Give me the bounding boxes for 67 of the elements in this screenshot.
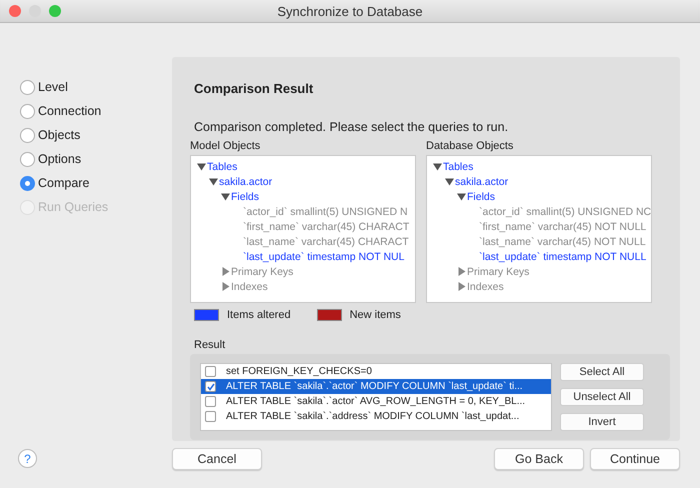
list-button[interactable]: Select All xyxy=(560,363,644,381)
tree-item[interactable]: Primary Keys xyxy=(467,266,530,278)
checkbox[interactable] xyxy=(205,381,216,392)
expanded-triangle-icon[interactable] xyxy=(433,162,442,171)
query-text: ALTER TABLE `sakila`.`actor` MODIFY COLUMN `last_update` ti... xyxy=(226,381,523,392)
step-label: Connection xyxy=(38,104,102,118)
footer-button[interactable]: Go Back xyxy=(494,448,584,470)
help-button[interactable]: ? xyxy=(18,449,37,468)
radio-button[interactable] xyxy=(20,128,35,142)
tree-item[interactable]: `last_name` varchar(45) NOT NULL xyxy=(479,236,646,248)
collapsed-triangle-icon[interactable] xyxy=(221,267,230,276)
window-title: Synchronize to Database xyxy=(277,4,423,18)
step-label: Level xyxy=(38,80,68,94)
tree-item[interactable]: `last_update` timestamp NOT NUL xyxy=(243,250,404,262)
query-row[interactable]: ALTER TABLE `sakila`.`actor` MODIFY COLUMN `last_update` ti... xyxy=(201,379,551,394)
footer-button[interactable]: Cancel xyxy=(172,448,262,470)
result-label: Result xyxy=(194,339,226,351)
checkbox[interactable] xyxy=(205,411,216,422)
tree-item[interactable]: Fields xyxy=(231,190,260,202)
tree-item[interactable]: Indexes xyxy=(467,280,504,292)
collapsed-triangle-icon[interactable] xyxy=(457,282,466,291)
expanded-triangle-icon[interactable] xyxy=(197,162,206,171)
collapsed-triangle-icon[interactable] xyxy=(457,267,466,276)
expanded-triangle-icon[interactable] xyxy=(221,192,230,201)
expanded-triangle-icon[interactable] xyxy=(209,177,218,186)
list-button[interactable]: Unselect All xyxy=(560,388,644,406)
checkbox[interactable] xyxy=(205,396,216,407)
query-text: ALTER TABLE `sakila`.`address` MODIFY COLUMN `last_updat... xyxy=(226,411,520,422)
legend-label: Items altered xyxy=(227,309,291,321)
query-text: ALTER TABLE `sakila`.`actor` AVG_ROW_LENGTH = 0, KEY_BL... xyxy=(226,396,526,407)
query-row[interactable]: ALTER TABLE `sakila`.`actor` AVG_ROW_LENGTH = 0, KEY_BL... xyxy=(201,394,551,409)
tree-item[interactable]: Tables xyxy=(443,160,474,172)
expanded-triangle-icon[interactable] xyxy=(457,192,466,201)
step-label: Objects xyxy=(38,128,80,142)
tree-item[interactable]: Fields xyxy=(467,190,496,202)
status-message: Comparison completed. Please select the queries to run. xyxy=(194,120,510,134)
tree-item[interactable]: Tables xyxy=(207,160,238,172)
radio-button[interactable] xyxy=(20,176,35,190)
tree-item[interactable]: `last_name` varchar(45) CHARACT xyxy=(243,236,409,248)
tree-item[interactable]: Indexes xyxy=(231,280,268,292)
step-label: Options xyxy=(38,152,82,166)
query-text: set FOREIGN_KEY_CHECKS=0 xyxy=(226,366,372,377)
tree-item[interactable]: `actor_id` smallint(5) UNSIGNED N xyxy=(243,206,408,218)
zoom-icon[interactable] xyxy=(49,5,61,17)
collapsed-triangle-icon[interactable] xyxy=(221,282,230,291)
tree-item[interactable]: `first_name` varchar(45) NOT NULL xyxy=(479,220,646,232)
checkbox[interactable] xyxy=(205,366,216,377)
section-heading: Comparison Result xyxy=(194,81,314,96)
query-row[interactable]: ALTER TABLE `sakila`.`address` MODIFY COLUMN `last_updat... xyxy=(201,409,551,424)
tree-item[interactable]: `last_update` timestamp NOT NULL xyxy=(479,250,646,262)
step-label: Compare xyxy=(38,176,90,190)
tree-item[interactable]: sakila.actor xyxy=(455,176,508,188)
tree-title: Model Objects xyxy=(190,140,262,152)
tree-item[interactable]: sakila.actor xyxy=(219,176,272,188)
query-row[interactable]: set FOREIGN_KEY_CHECKS=0 xyxy=(201,364,551,379)
legend-label: New items xyxy=(350,309,401,321)
tree-item[interactable]: `actor_id` smallint(5) UNSIGNED NC xyxy=(479,206,651,218)
list-button[interactable]: Invert xyxy=(560,413,644,431)
footer-button[interactable]: Continue xyxy=(590,448,680,470)
radio-button[interactable] xyxy=(20,104,35,118)
tree-item[interactable]: Primary Keys xyxy=(231,266,294,278)
expanded-triangle-icon[interactable] xyxy=(445,177,454,186)
tree-title: Database Objects xyxy=(426,140,514,152)
close-icon[interactable] xyxy=(9,5,21,17)
radio-button[interactable] xyxy=(20,80,35,94)
radio-button[interactable] xyxy=(20,152,35,166)
tree-item[interactable]: `first_name` varchar(45) CHARACT xyxy=(243,220,410,232)
